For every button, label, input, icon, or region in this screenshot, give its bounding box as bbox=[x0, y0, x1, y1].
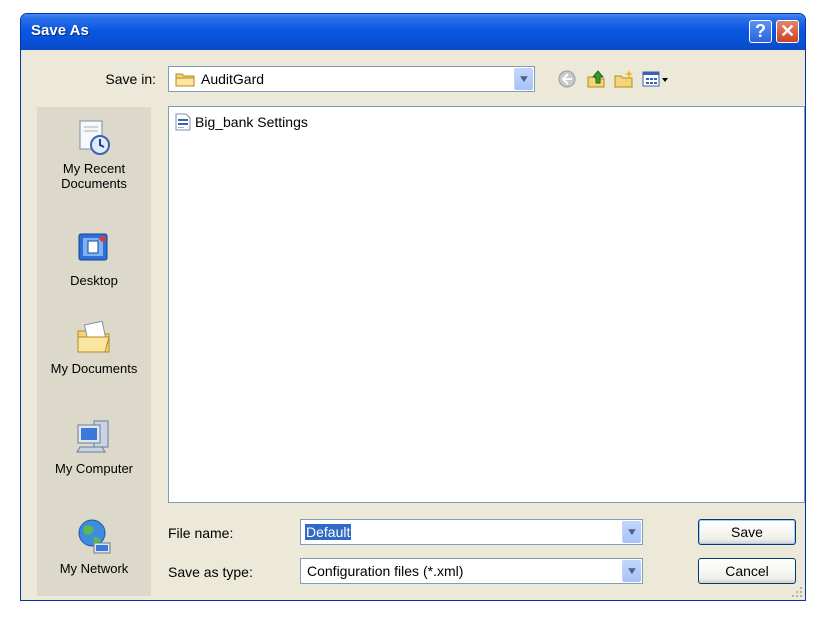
place-desktop[interactable]: Desktop bbox=[37, 229, 151, 288]
chevron-down-icon: ▼ bbox=[517, 73, 531, 85]
file-name-value: Default bbox=[305, 524, 352, 540]
list-item[interactable]: Big_bank Settings bbox=[175, 113, 308, 131]
chevron-down-icon: ▼ bbox=[625, 526, 639, 538]
back-icon[interactable] bbox=[557, 69, 577, 89]
help-icon: ? bbox=[755, 21, 766, 41]
save-as-type-dropdown-arrow[interactable]: ▼ bbox=[622, 560, 641, 582]
close-button[interactable]: ✕ bbox=[776, 20, 799, 43]
save-in-label: Save in: bbox=[105, 71, 156, 87]
window-title: Save As bbox=[31, 22, 89, 39]
my-documents-icon bbox=[77, 320, 110, 353]
place-my-network[interactable]: My Network bbox=[37, 517, 151, 576]
place-label: My Recent Documents bbox=[61, 161, 127, 191]
file-name-input[interactable]: Default ▼ bbox=[300, 519, 643, 545]
my-computer-icon bbox=[76, 420, 109, 453]
folder-icon bbox=[175, 73, 195, 87]
save-as-dialog: Save As ? ✕ Save in: AuditGard ▼ My Rece… bbox=[20, 13, 806, 601]
save-in-dropdown-arrow[interactable]: ▼ bbox=[514, 68, 533, 90]
file-name-label: File name: bbox=[168, 525, 234, 541]
save-as-type-dropdown[interactable]: Configuration files (*.xml) ▼ bbox=[300, 558, 643, 584]
save-in-dropdown[interactable]: AuditGard ▼ bbox=[168, 66, 535, 92]
place-label: Desktop bbox=[70, 273, 118, 288]
settings-file-icon bbox=[175, 113, 191, 131]
place-my-recent-documents[interactable]: My Recent Documents bbox=[37, 117, 151, 191]
save-as-type-value: Configuration files (*.xml) bbox=[307, 563, 464, 579]
save-button[interactable]: Save bbox=[698, 519, 796, 545]
place-label: My Computer bbox=[54, 461, 134, 476]
save-as-type-label: Save as type: bbox=[168, 564, 253, 580]
file-list[interactable]: Big_bank Settings bbox=[168, 106, 805, 503]
chevron-down-icon: ▼ bbox=[625, 565, 639, 577]
place-my-computer[interactable]: My Computer bbox=[37, 417, 151, 476]
file-name: Big_bank Settings bbox=[195, 114, 308, 130]
new-folder-icon[interactable] bbox=[614, 69, 634, 89]
resize-grip-icon[interactable] bbox=[791, 586, 803, 598]
cancel-button[interactable]: Cancel bbox=[698, 558, 796, 584]
view-menu-icon[interactable] bbox=[642, 69, 670, 89]
place-my-documents[interactable]: My Documents bbox=[37, 317, 151, 376]
my-network-icon bbox=[78, 519, 111, 554]
save-in-value: AuditGard bbox=[201, 71, 265, 87]
file-name-dropdown-arrow[interactable]: ▼ bbox=[622, 521, 641, 543]
place-label: My Network bbox=[59, 561, 129, 576]
places-bar: My Recent Documents Desktop My Documents bbox=[37, 107, 151, 596]
up-folder-icon[interactable] bbox=[586, 69, 606, 89]
help-button[interactable]: ? bbox=[749, 20, 772, 43]
place-label: My Documents bbox=[50, 361, 138, 376]
desktop-icon bbox=[78, 233, 108, 261]
recent-documents-icon bbox=[79, 120, 110, 155]
title-bar[interactable]: Save As ? ✕ bbox=[21, 14, 805, 50]
close-icon: ✕ bbox=[779, 21, 796, 41]
